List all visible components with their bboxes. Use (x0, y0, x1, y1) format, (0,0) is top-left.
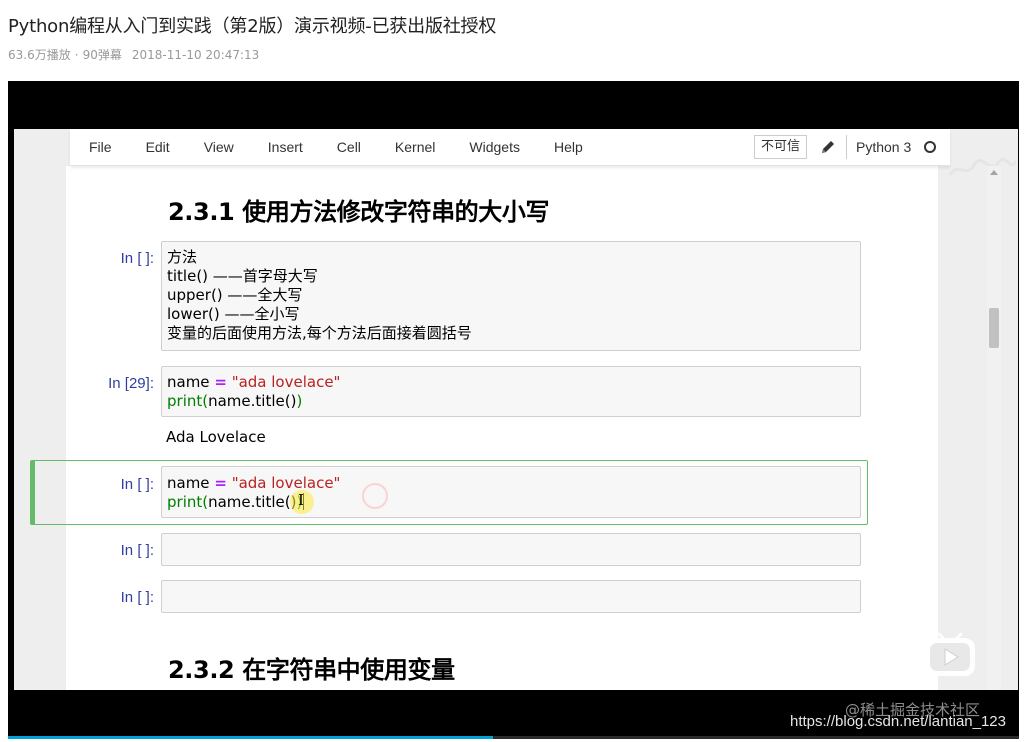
menu-help[interactable]: Help (535, 139, 598, 155)
faded-logo-watermark (948, 157, 1018, 176)
publish-date: 2018-11-10 20:47:13 (131, 48, 260, 62)
cell-1-line-4: lower() ——全小写 (167, 305, 300, 323)
cell-5-input[interactable] (161, 580, 861, 613)
kernel-idle-icon (924, 141, 936, 153)
cell-4-prompt: In [ ]: (120, 542, 154, 559)
markdown-heading-2-3-1: 2.3.1 使用方法修改字符串的大小写 (168, 198, 550, 226)
cell-3-line-2: print(name.title()) (162, 493, 860, 512)
kernel-name: Python 3 (856, 139, 912, 155)
trust-button[interactable]: 不可信 (754, 135, 808, 159)
cell-2-line-2: print(name.title()) (162, 392, 860, 411)
cell-2-output: Ada Lovelace (166, 428, 266, 446)
video-meta: 63.6万播放 · 90弹幕 2018-11-10 20:47:13 (8, 46, 259, 63)
cell-1-line-2: title() ——首字母大写 (167, 267, 318, 285)
cell-2-close-paren: ) (296, 392, 303, 410)
cell-1-input[interactable]: 方法 title() ——首字母大写 upper() ——全大写 lower()… (161, 241, 861, 351)
menu-kernel[interactable]: Kernel (376, 139, 450, 155)
video-progress-fill (8, 736, 494, 739)
meta-separator: · (74, 48, 79, 62)
cell-2-string: "ada lovelace" (231, 373, 341, 391)
kernel-separator (846, 135, 847, 159)
cell-3-string: "ada lovelace" (231, 474, 341, 492)
cell-3-call: name.title() (208, 493, 297, 511)
click-ripple (362, 483, 388, 509)
cell-2-call: name.title() (208, 392, 297, 410)
cell-4-input[interactable] (161, 533, 861, 566)
pencil-icon[interactable] (819, 138, 837, 156)
cell-3-prompt: In [ ]: (120, 476, 154, 493)
view-count: 63.6万播放 (8, 48, 71, 62)
jupyter-screen: File Edit View Insert Cell Kernel Widget… (14, 129, 1018, 690)
menu-edit[interactable]: Edit (127, 139, 185, 155)
url-watermark: https://blog.csdn.net/lantian_123 (790, 713, 1006, 730)
cell-1-prompt: In [ ]: (120, 250, 154, 267)
cell-1-line-5: 变量的后面使用方法,每个方法后面接着圆括号 (167, 324, 472, 342)
danmaku-count: 90弹幕 (82, 48, 122, 62)
cell-2-operator: = (214, 373, 227, 391)
menu-insert[interactable]: Insert (249, 139, 318, 155)
scroll-up-arrow[interactable] (990, 170, 998, 175)
cell-1-line-1: 方法 (167, 248, 198, 266)
menu-view[interactable]: View (185, 139, 249, 155)
cell-3-line-1: name = "ada lovelace" (162, 474, 860, 493)
cell-3-var: name (167, 474, 210, 492)
menu-file[interactable]: File (70, 139, 127, 155)
text-cursor-icon: I (298, 491, 304, 509)
play-icon[interactable] (921, 628, 979, 680)
cell-2-line-1: name = "ada lovelace" (162, 373, 860, 392)
cell-3-operator: = (214, 474, 227, 492)
markdown-heading-2-3-2: 2.3.2 在字符串中使用变量 (168, 656, 455, 684)
cell-3-input[interactable]: name = "ada lovelace" print(name.title()… (161, 466, 861, 518)
cell-1-line-3: upper() ——全大写 (167, 286, 303, 304)
jupyter-menubar: File Edit View Insert Cell Kernel Widget… (70, 129, 950, 166)
menu-cell[interactable]: Cell (318, 139, 376, 155)
cell-2-input[interactable]: name = "ada lovelace" print(name.title()… (161, 366, 861, 417)
cell-2-print: print (167, 392, 203, 410)
menu: File Edit View Insert Cell Kernel Widget… (70, 129, 598, 165)
notebook-scrollbar[interactable] (987, 166, 1001, 690)
menu-widgets[interactable]: Widgets (450, 139, 535, 155)
cell-2-var: name (167, 373, 210, 391)
video-title: Python编程从入门到实践（第2版）演示视频-已获出版社授权 (8, 16, 497, 37)
cell-3-print: print (167, 493, 203, 511)
cell-5-prompt: In [ ]: (120, 589, 154, 606)
video-progress-bar[interactable] (8, 736, 1019, 739)
cell-2-prompt: In [29]: (108, 375, 154, 392)
scrollbar-thumb[interactable] (989, 308, 999, 348)
